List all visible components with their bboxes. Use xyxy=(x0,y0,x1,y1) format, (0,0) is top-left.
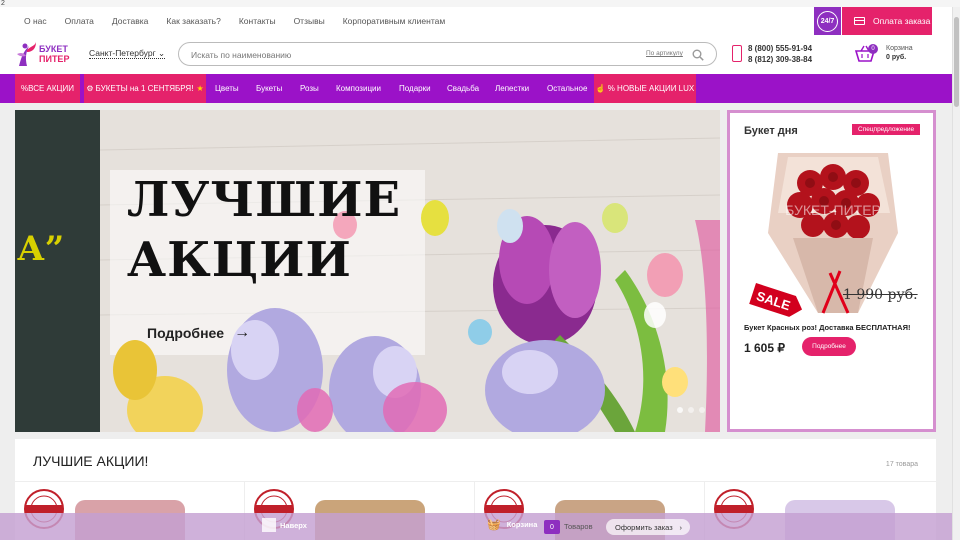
pay-order-button[interactable]: Оплата заказа xyxy=(842,7,932,35)
top-corner-label: 2 xyxy=(0,0,960,7)
search-input[interactable] xyxy=(191,47,631,62)
bottom-cart-count: 0 xyxy=(544,520,560,534)
top-bar: О нас Оплата Доставка Как заказать? Конт… xyxy=(0,7,952,35)
section-title: ЛУЧШИЕ АКЦИИ! xyxy=(33,453,149,469)
top-nav-corporate[interactable]: Корпоративным клиентам xyxy=(343,16,445,26)
page-scrollbar[interactable] xyxy=(952,7,960,540)
nav-lux-promos[interactable]: ☝% НОВЫЕ АКЦИИ LUX xyxy=(594,74,696,103)
search-icon[interactable] xyxy=(692,49,704,61)
cart-count-badge: 0 xyxy=(868,44,878,54)
nav-sept-bouquets[interactable]: ⚙ БУКЕТЫ на 1 СЕНТЯБРЯ! ★ xyxy=(84,74,206,103)
phone-icon xyxy=(732,45,742,62)
watermark: БУКЕТ-ПИТЕР xyxy=(785,202,881,218)
cart-sum: 0 руб. xyxy=(886,54,907,61)
logo-text: БУКЕТ ПИТЕР xyxy=(39,44,69,64)
star-icon: ★ xyxy=(196,84,204,93)
chevron-right-icon: › xyxy=(679,522,683,532)
side-text: А” xyxy=(17,229,64,269)
nav-gifts[interactable]: Подарки xyxy=(399,74,431,103)
basket-icon: 🧺 xyxy=(487,519,501,531)
phone-2[interactable]: 8 (812) 309-38-84 xyxy=(748,54,812,65)
header: БУКЕТ ПИТЕР Санкт-Петербург ⌄ По артикул… xyxy=(0,35,952,74)
credit-card-icon xyxy=(854,17,865,25)
logo[interactable]: БУКЕТ ПИТЕР xyxy=(15,38,75,70)
old-price: 1 990 руб. xyxy=(843,287,918,303)
hero-more-link[interactable]: Подробнее → xyxy=(147,324,250,342)
top-nav-reviews[interactable]: Отзывы xyxy=(294,16,325,26)
nav-lux-promos-label: % НОВЫЕ АКЦИИ LUX xyxy=(607,84,695,93)
scroll-top-button[interactable]: Наверх xyxy=(262,518,307,532)
bouquet-price: 1 605 ₽ xyxy=(744,341,785,355)
hand-icon: ☝ xyxy=(595,84,606,93)
sticky-bottom-bar: Наверх 🧺 Корзина 0 Товаров Оформить зака… xyxy=(0,513,952,540)
support-247-icon: 24/7 xyxy=(817,10,838,32)
phone-1[interactable]: 8 (800) 555-91-94 xyxy=(748,43,812,54)
cart-label: Корзина xyxy=(886,45,913,52)
hero-more-label: Подробнее xyxy=(147,325,225,341)
top-nav: О нас Оплата Доставка Как заказать? Конт… xyxy=(24,7,463,35)
nav-flowers[interactable]: Цветы xyxy=(215,74,239,103)
nav-bouquets[interactable]: Букеты xyxy=(256,74,282,103)
hero-title-line-1: ЛУЧШИЕ xyxy=(127,172,402,228)
nav-other[interactable]: Остальное xyxy=(547,74,587,103)
top-nav-delivery[interactable]: Доставка xyxy=(112,16,149,26)
nav-petals[interactable]: Лепестки xyxy=(495,74,529,103)
gear-icon: ⚙ xyxy=(86,84,94,93)
bottom-cart-button[interactable]: 🧺 Корзина xyxy=(487,518,537,531)
section-count: 17 товара xyxy=(885,461,918,468)
logo-line-2: ПИТЕР xyxy=(39,54,70,64)
special-offer-badge: Спецпредложение xyxy=(852,124,921,135)
city-selector[interactable]: Санкт-Петербург ⌄ xyxy=(89,48,166,59)
pay-order-label: Оплата заказа xyxy=(873,16,931,26)
main-nav: %ВСЕ АКЦИИ ⚙ БУКЕТЫ на 1 СЕНТЯБРЯ! ★ Цветы… xyxy=(0,74,952,103)
nav-all-promos[interactable]: %ВСЕ АКЦИИ xyxy=(15,74,80,103)
checkout-button[interactable]: Оформить заказ › xyxy=(606,519,690,535)
bouquet-day-title: Букет дня xyxy=(744,125,798,137)
bottom-cart-label: Корзина xyxy=(506,520,538,529)
nav-compositions[interactable]: Композиции xyxy=(336,74,381,103)
bouquet-more-button[interactable]: Подробнее xyxy=(802,337,856,356)
search-box: По артикулу xyxy=(178,42,717,66)
top-nav-payment[interactable]: Оплата xyxy=(65,16,94,26)
bouquet-of-the-day: Букет дня Спецпредложение БУКЕТ-ПИТЕР SA… xyxy=(727,110,936,432)
support-247-button[interactable]: 24/7 xyxy=(814,7,841,35)
logo-line-1: БУКЕТ xyxy=(39,44,68,54)
checkout-label: Оформить заказ xyxy=(615,522,673,532)
bouquet-name[interactable]: Букет Красных роз! Доставка БЕСПЛАТНАЯ! xyxy=(744,323,910,332)
nav-wedding[interactable]: Свадьба xyxy=(447,74,479,103)
phones: 8 (800) 555-91-94 8 (812) 309-38-84 xyxy=(748,43,812,65)
hero-title-line-2: АКЦИИ xyxy=(127,232,352,288)
scroll-top-label: Наверх xyxy=(280,520,307,530)
fairy-logo-icon xyxy=(17,42,36,66)
nav-sept-bouquets-label: БУКЕТЫ на 1 СЕНТЯБРЯ! xyxy=(95,84,194,93)
arrow-up-icon xyxy=(262,518,276,532)
chevron-down-icon: ⌄ xyxy=(158,48,166,58)
city-label: Санкт-Петербург xyxy=(89,48,156,58)
top-nav-about[interactable]: О нас xyxy=(24,16,47,26)
top-nav-how-to-order[interactable]: Как заказать? xyxy=(166,16,220,26)
scrollbar-thumb[interactable] xyxy=(954,17,959,107)
cart-summary[interactable]: Корзина 0 руб. xyxy=(886,44,913,62)
hero-title: ЛУЧШИЕ АКЦИИ xyxy=(127,170,401,290)
bottom-goods-label: Товаров xyxy=(564,522,593,531)
hero-banner[interactable]: А” ЛУЧШИЕ АКЦИИ Подробнее → xyxy=(15,110,720,432)
arrow-right-icon: → xyxy=(234,324,251,341)
nav-roses[interactable]: Розы xyxy=(300,74,319,103)
search-by-article-link[interactable]: По артикулу xyxy=(646,50,683,57)
top-nav-contacts[interactable]: Контакты xyxy=(239,16,276,26)
